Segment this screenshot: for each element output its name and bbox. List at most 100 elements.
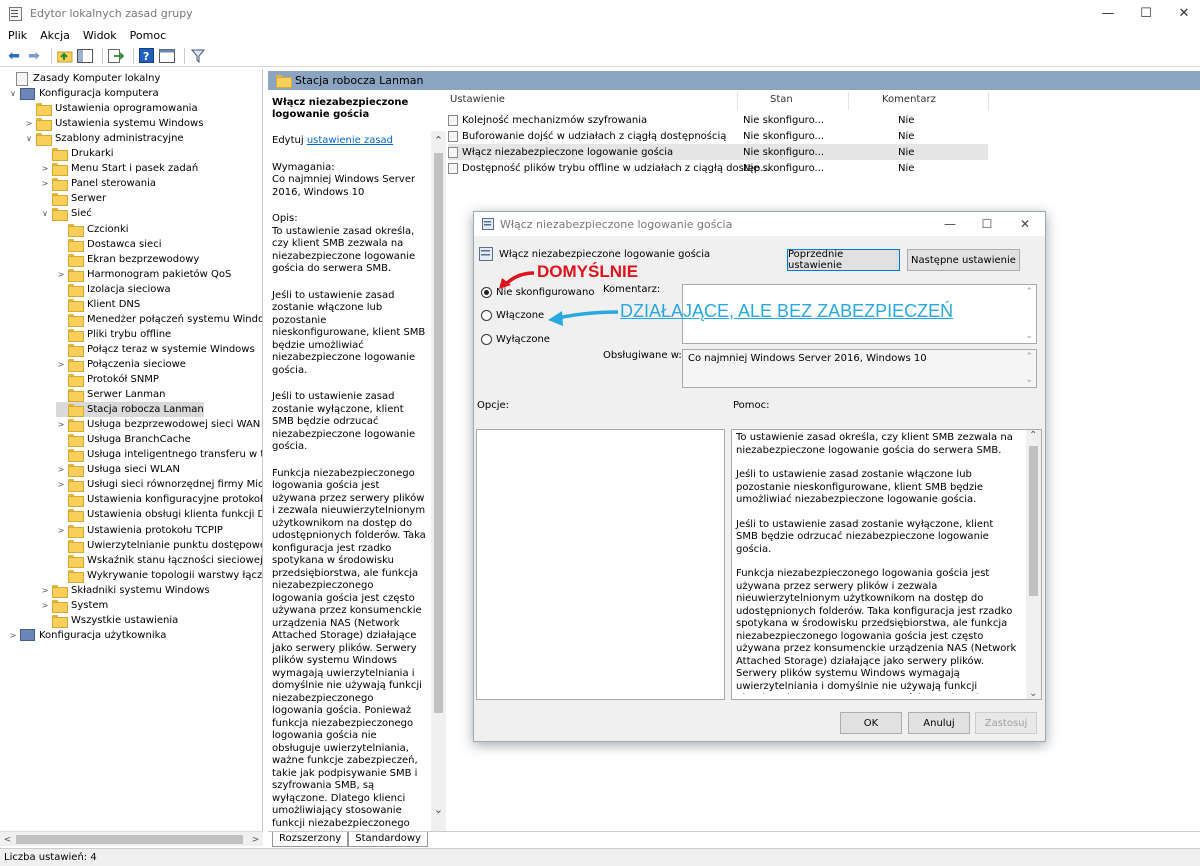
tree-item[interactable]: > System: [40, 598, 108, 613]
tree-item[interactable]: Stacja robocza Lanman: [56, 402, 204, 418]
tree-item[interactable]: Pliki trybu offline: [56, 327, 171, 342]
chevron-right-icon[interactable]: >: [56, 465, 66, 474]
close-button[interactable]: ✕: [1164, 0, 1200, 26]
tree-item[interactable]: > Usługi sieci równorzędnej firmy Microso: [56, 477, 262, 493]
previous-setting-button[interactable]: Poprzednie ustawienie: [787, 249, 900, 271]
tree-item[interactable]: ∨ Konfiguracja komputera: [8, 86, 159, 101]
export-list-icon[interactable]: [108, 48, 124, 64]
chevron-down-icon[interactable]: ∨: [8, 89, 18, 98]
tree-item[interactable]: Uwierzytelnianie punktu dostępowego c: [56, 538, 262, 553]
chevron-right-icon[interactable]: >: [56, 526, 66, 535]
apply-button[interactable]: Zastosuj: [975, 712, 1037, 734]
menu-akcja[interactable]: Akcja: [35, 29, 75, 42]
chevron-right-icon[interactable]: >: [40, 586, 50, 595]
scroll-up-icon[interactable]: ⌃: [1029, 430, 1037, 441]
tree-item[interactable]: Usługa BranchCache: [56, 432, 191, 448]
chevron-right-icon[interactable]: >: [56, 270, 66, 279]
dialog-minimize-button[interactable]: —: [932, 212, 968, 236]
tree-item[interactable]: > Ustawienia systemu Windows: [24, 116, 203, 132]
scroll-down-icon[interactable]: ⌄: [1025, 375, 1033, 385]
menu-pomoc[interactable]: Pomoc: [125, 29, 171, 42]
tree-item[interactable]: Ustawienia oprogramowania: [24, 101, 198, 117]
scroll-right-icon[interactable]: >: [248, 832, 263, 847]
table-row[interactable]: Kolejność mechanizmów szyfrowania Nie sko…: [448, 112, 988, 128]
tree-item[interactable]: Serwer Lanman: [56, 387, 165, 403]
column-header-state[interactable]: Stan: [770, 94, 793, 110]
table-row[interactable]: Buforowanie dojść w udziałach z ciągłą d…: [448, 128, 988, 144]
dialog-maximize-button[interactable]: ☐: [969, 212, 1005, 236]
column-header-comment[interactable]: Komentarz: [882, 94, 936, 110]
table-row[interactable]: Dostępność plików trybu offline w udział…: [448, 160, 988, 176]
tree-item[interactable]: Wskaźnik stanu łączności sieciowej: [56, 553, 262, 568]
chevron-right-icon[interactable]: >: [40, 164, 50, 173]
tree-item[interactable]: > Ustawienia protokołu TCPIP: [56, 523, 223, 538]
edit-policy-link[interactable]: ustawienie zasad: [307, 135, 393, 146]
tree-item[interactable]: Protokół SNMP: [56, 372, 159, 387]
tree-item[interactable]: Ekran bezprzewodowy: [56, 252, 199, 267]
chevron-right-icon[interactable]: >: [56, 480, 66, 489]
description-scrollbar[interactable]: ⌃ ⌄: [431, 131, 446, 831]
chevron-right-icon[interactable]: >: [8, 631, 18, 640]
up-folder-icon[interactable]: [57, 48, 73, 64]
scroll-up-icon[interactable]: ⌃: [1025, 352, 1033, 362]
maximize-button[interactable]: ☐: [1126, 0, 1166, 26]
tab-standardowy[interactable]: Standardowy: [348, 832, 428, 847]
scroll-down-icon[interactable]: ⌄: [431, 803, 446, 818]
menu-plik[interactable]: Plik: [3, 29, 32, 42]
tree-item[interactable]: Menedżer połączeń systemu Windows: [56, 312, 262, 327]
tree-item[interactable]: Wykrywanie topologii warstwy łączy: [56, 568, 262, 583]
tree-item[interactable]: Zasady Komputer lokalny: [4, 71, 160, 86]
chevron-right-icon[interactable]: >: [40, 179, 50, 188]
properties-icon[interactable]: [159, 48, 175, 64]
filter-icon[interactable]: [190, 48, 206, 64]
scroll-up-icon[interactable]: ⌃: [1025, 287, 1033, 297]
tab-rozszerzony[interactable]: Rozszerzony: [272, 832, 349, 847]
minimize-button[interactable]: —: [1088, 0, 1128, 26]
tree-item[interactable]: Czcionki: [56, 222, 129, 237]
radio-enabled[interactable]: Włączone: [481, 310, 544, 321]
tree-item[interactable]: Drukarki: [40, 146, 114, 162]
tree-item[interactable]: Ustawienia obsługi klienta funkcji Direc…: [56, 507, 262, 523]
tree-item[interactable]: Dostawca sieci: [56, 237, 161, 252]
radio-button[interactable]: [481, 310, 492, 321]
tree-item[interactable]: > Usługa sieci WLAN: [56, 462, 180, 478]
tree-item[interactable]: Połącz teraz w systemie Windows: [56, 342, 255, 357]
chevron-right-icon[interactable]: >: [56, 420, 66, 429]
tree-item[interactable]: Usługa inteligentnego transferu w tle (B: [56, 447, 262, 463]
radio-disabled[interactable]: Wyłączone: [481, 334, 550, 345]
scroll-up-icon[interactable]: ⌃: [431, 134, 446, 149]
tree-item[interactable]: > Konfiguracja użytkownika: [8, 628, 166, 643]
tree-item[interactable]: > Połączenia sieciowe: [56, 357, 186, 372]
tree-item[interactable]: Serwer: [40, 191, 106, 207]
radio-button[interactable]: [481, 287, 492, 298]
tree-item[interactable]: > Panel sterowania: [40, 176, 156, 192]
tree-item[interactable]: Izolacja sieciowa: [56, 282, 171, 297]
tree-item[interactable]: ∨ Sieć: [40, 206, 92, 222]
back-arrow-icon[interactable]: ⬅: [6, 48, 22, 64]
help-scrollbar[interactable]: ⌃ ⌄: [1026, 430, 1041, 699]
cancel-button[interactable]: Anuluj: [908, 712, 970, 734]
radio-button[interactable]: [481, 334, 492, 345]
tree-horizontal-scrollbar[interactable]: < >: [0, 831, 263, 846]
scroll-down-icon[interactable]: ⌄: [1025, 331, 1033, 341]
dialog-close-button[interactable]: ✕: [1007, 212, 1043, 236]
ok-button[interactable]: OK: [840, 712, 902, 734]
scroll-thumb[interactable]: [434, 153, 443, 713]
chevron-down-icon[interactable]: ∨: [24, 134, 34, 143]
chevron-down-icon[interactable]: ∨: [40, 209, 50, 218]
show-hide-tree-icon[interactable]: [77, 48, 93, 64]
help-icon[interactable]: ?: [139, 48, 155, 64]
chevron-right-icon[interactable]: >: [40, 601, 50, 610]
scroll-down-icon[interactable]: ⌄: [1029, 688, 1037, 699]
tree-item[interactable]: > Menu Start i pasek zadań: [40, 161, 198, 177]
tree-item[interactable]: > Harmonogram pakietów QoS: [56, 267, 231, 282]
scroll-thumb[interactable]: [1029, 446, 1038, 596]
chevron-right-icon[interactable]: >: [56, 360, 66, 369]
tree-item[interactable]: ∨ Szablony administracyjne: [24, 131, 184, 147]
tree-item[interactable]: > Składniki systemu Windows: [40, 583, 210, 598]
table-row[interactable]: Włącz niezabezpieczone logowanie gościa N…: [448, 144, 988, 160]
chevron-right-icon[interactable]: >: [24, 119, 34, 128]
scroll-left-icon[interactable]: <: [0, 832, 15, 847]
tree-item[interactable]: > Usługa bezprzewodowej sieci WAN: [56, 417, 260, 433]
menu-widok[interactable]: Widok: [78, 29, 122, 42]
